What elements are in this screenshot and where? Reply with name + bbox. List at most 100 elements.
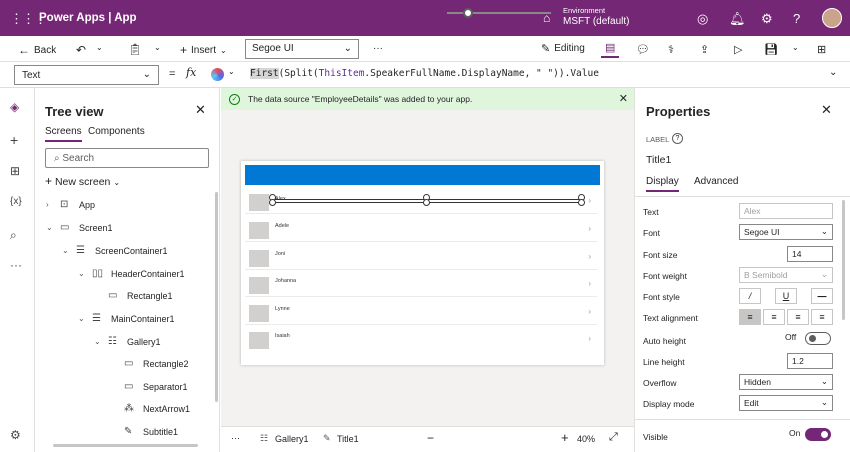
tree-node-subtitle1[interactable]: ✎ Subtitle1	[110, 426, 178, 437]
screen-preview[interactable]: Alex › Adele › Joni › Johanna › Lynne › Isaia…	[241, 161, 604, 365]
resize-handle[interactable]	[269, 199, 276, 206]
tree-node-separator1[interactable]: ▭ Separator1	[110, 381, 188, 392]
zoom-out-icon[interactable]: −	[427, 431, 434, 445]
breadcrumb-title1[interactable]: Title1	[337, 434, 359, 444]
font-select[interactable]: Segoe UI ⌄	[739, 224, 833, 240]
help-icon[interactable]: ?	[672, 133, 683, 144]
pencil-icon: ✎	[541, 43, 551, 55]
more-commands-button[interactable]: ···	[373, 43, 383, 54]
tree-scrollbar-horizontal[interactable]	[53, 444, 198, 447]
line-height-input[interactable]: 1.2	[787, 353, 833, 369]
auto-height-toggle[interactable]	[805, 332, 831, 345]
publish-icon[interactable]: ⊞	[817, 43, 826, 56]
chevron-down-icon: ⌄	[78, 269, 85, 278]
search-icon[interactable]: ⌕	[10, 228, 17, 243]
italic-button[interactable]: /	[739, 288, 761, 304]
save-chevron-icon[interactable]: ⌄	[792, 43, 799, 52]
gear-icon[interactable]: ⚙	[761, 11, 773, 27]
share-icon[interactable]: ⇪	[700, 43, 709, 56]
screen-icon: ▭	[60, 222, 70, 233]
undo-chevron-icon[interactable]: ⌄	[96, 43, 103, 52]
environment-name[interactable]: MSFT (default)	[563, 16, 630, 27]
paste-chevron-icon[interactable]: ⌄	[154, 43, 161, 52]
gallery-row[interactable]: Johanna ›	[245, 273, 597, 297]
text-input[interactable]: Alex	[739, 203, 833, 219]
tab-advanced[interactable]: Advanced	[694, 176, 738, 187]
more-button[interactable]: ···	[231, 433, 240, 443]
insert-button[interactable]: + Insert ⌄	[180, 43, 227, 57]
tree-node-gallery1[interactable]: ⌄ ☷ Gallery1	[94, 336, 161, 347]
health-icon[interactable]: ⚕	[668, 43, 674, 56]
chevron-right-icon: ›	[588, 196, 591, 205]
font-weight-select[interactable]: B Semibold ⌄	[739, 267, 833, 283]
plus-icon[interactable]: +	[10, 132, 18, 148]
tree-node-app[interactable]: › ⊡ App	[46, 199, 95, 210]
font-select[interactable]: Segoe UI ⌄	[245, 39, 359, 59]
underline-button[interactable]: U	[775, 288, 797, 304]
settings-gear-icon[interactable]: ⚙	[10, 428, 21, 442]
strikethrough-button[interactable]: —	[811, 288, 833, 304]
bell-icon[interactable]: 🔔︎	[729, 11, 746, 27]
comment-icon[interactable]: 💬︎	[636, 43, 650, 56]
overflow-select[interactable]: Hidden ⌄	[739, 374, 833, 390]
tab-display[interactable]: Display	[646, 176, 679, 192]
expand-formula-chevron-icon[interactable]: ⌄	[829, 67, 837, 78]
gallery-row[interactable]: Joni ›	[245, 246, 597, 270]
copilot-formula-icon[interactable]	[211, 68, 224, 81]
breadcrumb-gallery1[interactable]: Gallery1	[275, 434, 309, 444]
app-checker-button[interactable]: ▤	[601, 40, 619, 58]
search-input[interactable]: ⌕ Search	[45, 148, 209, 168]
properties-scrollbar[interactable]	[842, 200, 845, 320]
resize-handle[interactable]	[423, 199, 430, 206]
header-rectangle[interactable]	[245, 165, 600, 185]
font-size-input[interactable]: 14	[787, 246, 833, 262]
help-icon[interactable]: ?	[793, 11, 800, 26]
gallery-row[interactable]: Lynne ›	[245, 301, 597, 325]
properties-title: Properties	[646, 104, 711, 119]
align-right-icon[interactable]: ≡	[787, 309, 809, 325]
zoom-in-icon[interactable]: +	[561, 430, 569, 445]
tree-node-rectangle2[interactable]: ▭ Rectangle2	[110, 358, 189, 369]
variables-icon[interactable]: {x}	[10, 196, 22, 207]
formula-input[interactable]: First(Split(ThisItem.SpeakerFullName.Dis…	[250, 68, 599, 79]
tab-components[interactable]: Components	[88, 126, 145, 137]
tree-node-headercontainer1[interactable]: ⌄ ▯▯ HeaderContainer1	[78, 268, 185, 279]
close-icon[interactable]: ✕	[619, 92, 628, 105]
tree-node-screen1[interactable]: ⌄ ▭ Screen1	[46, 222, 113, 233]
copilot-icon[interactable]: ◎	[697, 11, 708, 27]
tree-node-screencontainer1[interactable]: ⌄ ☰ ScreenContainer1	[62, 245, 168, 256]
play-icon[interactable]: ▷	[734, 43, 742, 56]
undo-icon[interactable]: ↶	[76, 43, 86, 57]
avatar[interactable]	[822, 8, 842, 28]
back-button[interactable]: ← Back	[18, 43, 56, 57]
tree-node-nextarrow1[interactable]: ⁂ NextArrow1	[110, 403, 190, 414]
close-icon[interactable]: ✕	[821, 102, 832, 118]
visible-toggle[interactable]	[805, 428, 831, 441]
align-left-icon[interactable]: ≡	[739, 309, 761, 325]
close-icon[interactable]: ✕	[195, 102, 206, 118]
align-justify-icon[interactable]: ≡	[811, 309, 833, 325]
data-icon[interactable]: ⊞	[10, 164, 20, 178]
tree-scrollbar-vertical[interactable]	[215, 192, 218, 402]
paste-icon[interactable]: 📋︎	[128, 43, 142, 56]
zoom-slider-thumb[interactable]	[463, 8, 473, 18]
property-select[interactable]: Text ⌄	[14, 65, 159, 85]
save-icon[interactable]: 💾︎	[764, 43, 778, 56]
chevron-down-icon: ⌄	[220, 45, 227, 55]
layers-icon[interactable]: ◈	[10, 100, 19, 114]
tree-node-rectangle1[interactable]: ▭ Rectangle1	[94, 290, 173, 301]
more-icon[interactable]: ···	[10, 258, 22, 272]
gallery-row[interactable]: Isaiah ›	[245, 328, 597, 352]
resize-handle[interactable]	[578, 199, 585, 206]
environment-label[interactable]: Environment	[563, 6, 605, 15]
editing-button[interactable]: ✎ Editing	[541, 42, 585, 55]
display-mode-select[interactable]: Edit ⌄	[739, 395, 833, 411]
new-screen-button[interactable]: + New screen ⌄	[45, 174, 120, 188]
align-center-icon[interactable]: ≡	[763, 309, 785, 325]
copilot-chevron-icon[interactable]: ⌄	[228, 67, 235, 76]
gallery-row[interactable]: Adele ›	[245, 218, 597, 242]
tab-screens[interactable]: Screens	[45, 126, 82, 142]
tree-node-maincontainer1[interactable]: ⌄ ☰ MainContainer1	[78, 313, 175, 324]
image-placeholder-icon	[249, 222, 269, 239]
fit-to-window-icon[interactable]: ⤢	[609, 431, 618, 444]
